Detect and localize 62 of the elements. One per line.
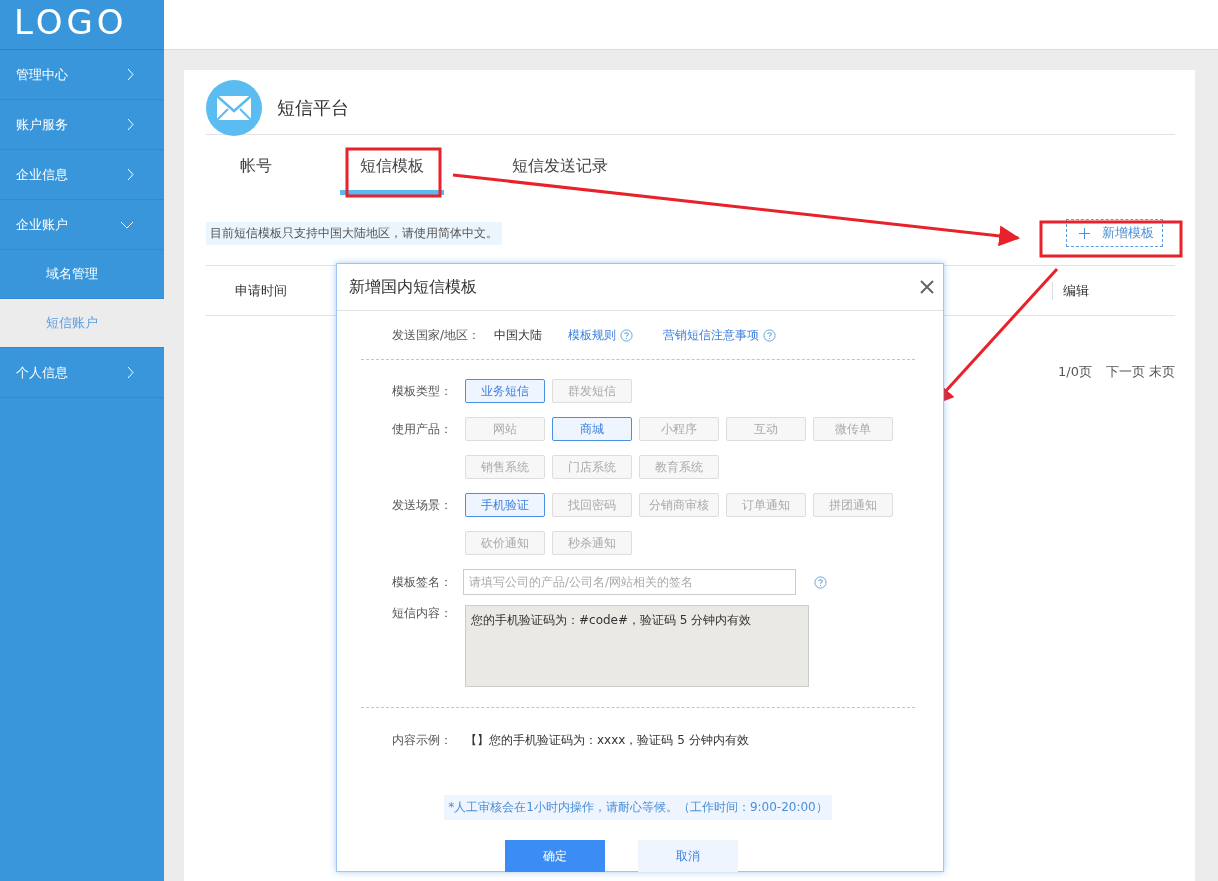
dialog-title: 新增国内短信模板 <box>349 276 477 298</box>
page-title: 短信平台 <box>277 96 349 120</box>
option-button[interactable]: 微传单 <box>813 417 893 441</box>
chevron-right-icon <box>127 366 134 379</box>
help-icon[interactable] <box>814 575 827 589</box>
help-link[interactable]: 模板规则 <box>568 326 616 344</box>
option-button[interactable]: 拼团通知 <box>813 493 893 517</box>
logo: LOGO <box>14 1 128 44</box>
content-field[interactable]: 您的手机验证码为：#code#，验证码 5 分钟内有效 <box>465 605 809 687</box>
option-button[interactable]: 商城 <box>552 417 632 441</box>
option-button[interactable]: 互动 <box>726 417 806 441</box>
plus-icon <box>1079 227 1090 239</box>
tab[interactable]: 帐号 <box>220 135 292 195</box>
option-button[interactable]: 门店系统 <box>552 455 632 479</box>
option-button[interactable]: 找回密码 <box>552 493 632 517</box>
pager-link[interactable]: 下一页 <box>1106 363 1145 381</box>
cancel-button[interactable]: 取消 <box>637 840 738 872</box>
tab[interactable]: 短信模板 <box>340 135 444 195</box>
sidebar-subitem[interactable]: 短信账户 <box>0 299 164 348</box>
confirm-button[interactable]: 确定 <box>504 840 605 872</box>
help-icon[interactable] <box>763 328 776 342</box>
option-button[interactable]: 群发短信 <box>552 379 632 403</box>
field-label: 模板签名： <box>392 573 453 591</box>
tab[interactable]: 短信发送记录 <box>492 135 628 195</box>
field-label: 使用产品： <box>392 421 453 438</box>
option-button[interactable]: 分销商审核 <box>639 493 719 517</box>
notice-text: 目前短信模板只支持中国大陆地区，请使用简体中文。 <box>206 221 502 245</box>
pager-link[interactable]: 末页 <box>1149 363 1175 381</box>
field-label: 发送国家/地区： <box>392 326 482 344</box>
help-icon[interactable] <box>620 328 633 342</box>
help-link[interactable]: 营销短信注意事项 <box>663 326 759 344</box>
signature-field[interactable]: 请填写公司的产品/公司名/网站相关的签名 <box>463 569 796 595</box>
column-header: 编辑 <box>1052 281 1175 300</box>
sidebar-item[interactable]: 个人信息 <box>0 348 164 398</box>
example-text: 【】您的手机验证码为：xxxx，验证码 5 分钟内有效 <box>465 732 749 749</box>
option-button[interactable]: 秒杀通知 <box>552 531 632 555</box>
region-value: 中国大陆 <box>494 326 542 344</box>
field-label: 内容示例： <box>392 732 453 749</box>
chevron-down-icon <box>120 220 134 229</box>
close-icon[interactable] <box>919 279 935 295</box>
review-notice: *人工审核会在1小时内操作，请耐心等候。（工作时间：9:00-20:00） <box>444 795 832 820</box>
sidebar-item[interactable]: 账户服务 <box>0 100 164 150</box>
option-button[interactable]: 小程序 <box>639 417 719 441</box>
option-button[interactable]: 业务短信 <box>465 379 545 403</box>
chevron-right-icon <box>127 168 134 181</box>
option-button[interactable]: 教育系统 <box>639 455 719 479</box>
option-button[interactable]: 砍价通知 <box>465 531 545 555</box>
sidebar-item[interactable]: 企业账户 <box>0 200 164 250</box>
sidebar-item[interactable]: 企业信息 <box>0 150 164 200</box>
chevron-right-icon <box>127 68 134 81</box>
field-label: 发送场景： <box>392 497 453 514</box>
envelope-icon <box>206 80 262 136</box>
field-label: 短信内容： <box>392 605 453 622</box>
option-button[interactable]: 订单通知 <box>726 493 806 517</box>
option-button[interactable]: 网站 <box>465 417 545 441</box>
page-count: 1/0页 <box>1058 363 1092 381</box>
sidebar-item[interactable]: 管理中心 <box>0 50 164 100</box>
field-label: 模板类型： <box>392 383 453 400</box>
option-button[interactable]: 手机验证 <box>465 493 545 517</box>
chevron-right-icon <box>127 118 134 131</box>
column-header: 申请时间 <box>234 281 287 300</box>
option-button[interactable]: 销售系统 <box>465 455 545 479</box>
